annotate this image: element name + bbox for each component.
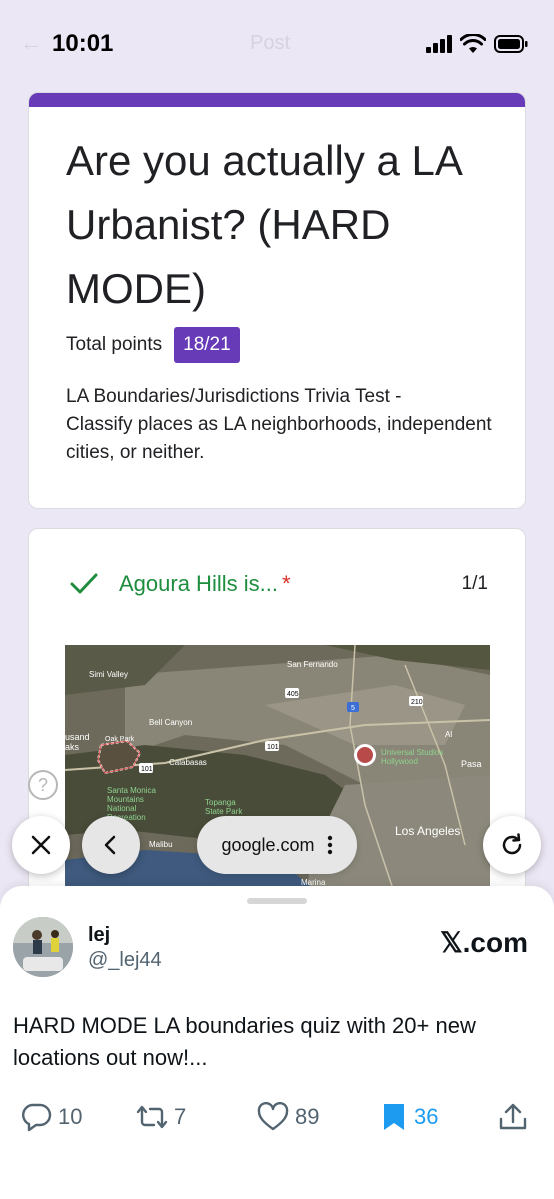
x-com-logo[interactable]: 𝕏.com	[440, 926, 528, 959]
map-label-calabasas: Calabasas	[169, 758, 207, 767]
share-button[interactable]	[498, 1102, 528, 1132]
post-user-handle: @_lej44	[88, 949, 162, 971]
header-accent-stripe	[29, 93, 525, 107]
avatar[interactable]	[13, 917, 73, 977]
total-points-row: Total points 18/21	[66, 327, 240, 363]
post-text: HARD MODE LA boundaries quiz with 20+ ne…	[13, 1013, 476, 1070]
sheet-grabber[interactable]	[247, 898, 307, 904]
ghost-page-title: Post	[250, 32, 291, 54]
total-points-label: Total points	[66, 334, 163, 355]
bookmark-button[interactable]: 36	[380, 1102, 438, 1132]
map-shield-101-a: 101	[267, 744, 279, 751]
wifi-icon	[460, 34, 486, 53]
total-points-badge: 18/21	[174, 327, 240, 363]
map-label-san-fernando: San Fernando	[287, 660, 338, 669]
map-label-malibu: Malibu	[149, 840, 173, 849]
reply-icon	[22, 1103, 52, 1132]
close-browser-button[interactable]	[12, 816, 70, 874]
question-score: 1/1	[461, 573, 488, 594]
bookmark-count: 36	[414, 1104, 439, 1129]
map-shield-5: 5	[351, 705, 355, 712]
browser-back-button[interactable]	[82, 816, 140, 874]
map-label-bell-canyon: Bell Canyon	[149, 718, 192, 727]
share-icon	[499, 1103, 527, 1130]
repost-icon	[136, 1105, 168, 1129]
post-preview-sheet: lej @_lej44 𝕏.com HARD MODE LA boundarie…	[0, 886, 554, 1199]
help-icon[interactable]: ?	[28, 770, 58, 800]
form-header-card: Are you actually a LA Urbanist? (HARD MO…	[28, 92, 526, 509]
more-vertical-icon[interactable]	[327, 835, 333, 855]
post-actions: 10 7 89 36	[0, 1096, 554, 1136]
close-icon	[31, 835, 51, 855]
map-label-simi-valley: Simi Valley	[89, 670, 128, 679]
refresh-icon	[502, 833, 522, 855]
question-text: Agoura Hills is...	[119, 571, 278, 596]
map-label-los-angeles: Los Angeles	[395, 824, 460, 838]
post-user-name: lej	[88, 924, 111, 946]
map-label-oak-park: Oak Park	[105, 736, 135, 743]
url-text: google.com	[221, 834, 315, 855]
heart-icon	[257, 1102, 289, 1131]
like-count: 89	[295, 1104, 320, 1129]
chevron-left-icon	[104, 835, 116, 855]
url-bar[interactable]: google.com	[197, 816, 357, 874]
map-shield-101-b: 101	[141, 766, 153, 773]
like-button[interactable]: 89	[257, 1102, 319, 1132]
reply-count: 10	[58, 1104, 83, 1129]
cellular-signal-icon	[426, 35, 452, 53]
bookmark-filled-icon	[384, 1104, 404, 1130]
map-label-al: Al	[445, 730, 452, 739]
form-description: LA Boundaries/Jurisdictions Trivia Test …	[66, 386, 492, 463]
correct-check-icon	[70, 573, 98, 594]
status-icons	[426, 34, 528, 54]
refresh-button[interactable]	[483, 816, 541, 874]
map-label-pasadena: Pasa	[461, 759, 482, 769]
map-shield-405: 405	[287, 691, 299, 698]
battery-icon	[494, 35, 528, 53]
reply-button[interactable]: 10	[20, 1102, 82, 1132]
map-shield-210: 210	[411, 699, 423, 706]
form-title: Are you actually a LA Urbanist? (HARD MO…	[66, 137, 461, 312]
repost-count: 7	[174, 1104, 187, 1129]
ghost-back-arrow-icon: ←	[20, 30, 42, 55]
required-asterisk: *	[281, 571, 291, 596]
status-time: 10:01	[52, 30, 114, 57]
status-bar: ← Post 10:01	[0, 0, 554, 88]
repost-button[interactable]: 7	[136, 1102, 186, 1132]
question-title: Agoura Hills is... *	[119, 571, 291, 597]
